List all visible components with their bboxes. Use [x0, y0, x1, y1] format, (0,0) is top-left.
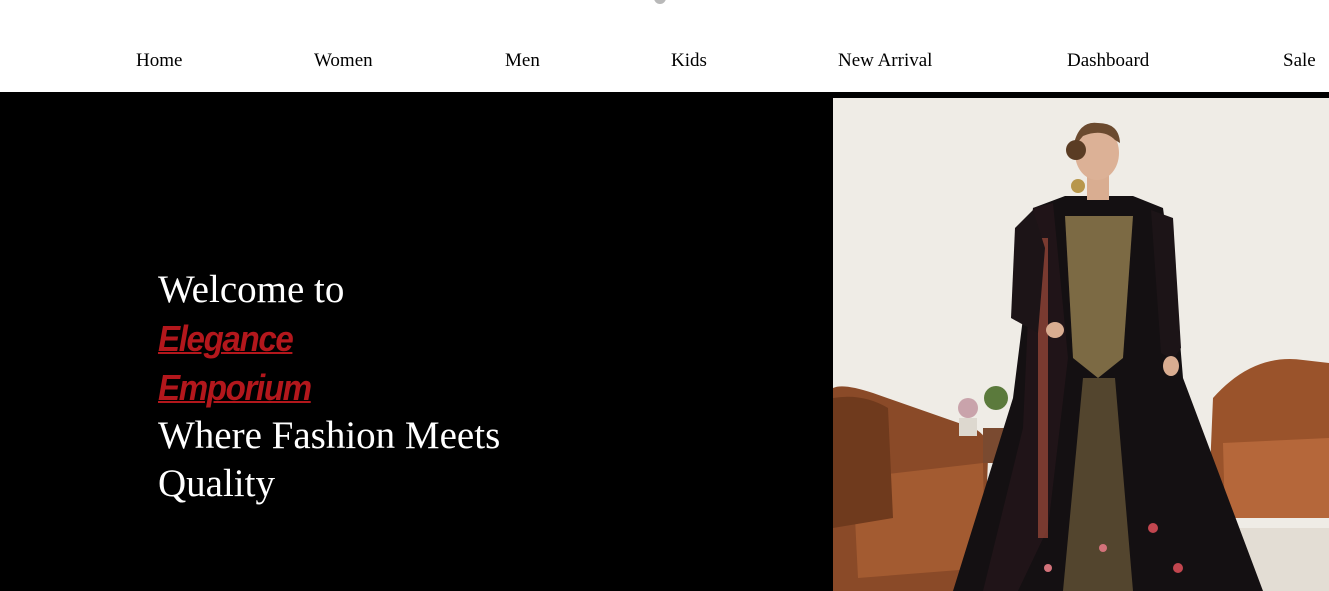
- hero-text: Welcome to Elegance Emporium Where Fashi…: [158, 266, 538, 508]
- logo-icon[interactable]: [654, 0, 666, 4]
- header-top: [0, 0, 1329, 34]
- nav-item-dashboard[interactable]: Dashboard: [1067, 50, 1149, 72]
- nav-item-kids[interactable]: Kids: [671, 50, 707, 72]
- hero-brand-line-2: Emporium: [158, 367, 312, 408]
- nav-item-sale[interactable]: Sale: [1283, 50, 1316, 72]
- hero-brand-line-1: Elegance: [158, 318, 294, 359]
- hero-model-image: [833, 98, 1329, 591]
- hero-tagline: Where Fashion Meets Quality: [158, 414, 501, 505]
- nav-item-new-arrival[interactable]: New Arrival: [838, 50, 932, 72]
- hero-banner: Welcome to Elegance Emporium Where Fashi…: [0, 96, 1329, 591]
- nav-item-home[interactable]: Home: [136, 50, 182, 72]
- nav-item-women[interactable]: Women: [314, 50, 373, 72]
- nav-item-men[interactable]: Men: [505, 50, 540, 72]
- main-nav: Home Women Men Kids New Arrival Dashboar…: [0, 34, 1329, 92]
- hero-photo-illustration: [833, 98, 1329, 591]
- hero-welcome: Welcome to: [158, 268, 345, 311]
